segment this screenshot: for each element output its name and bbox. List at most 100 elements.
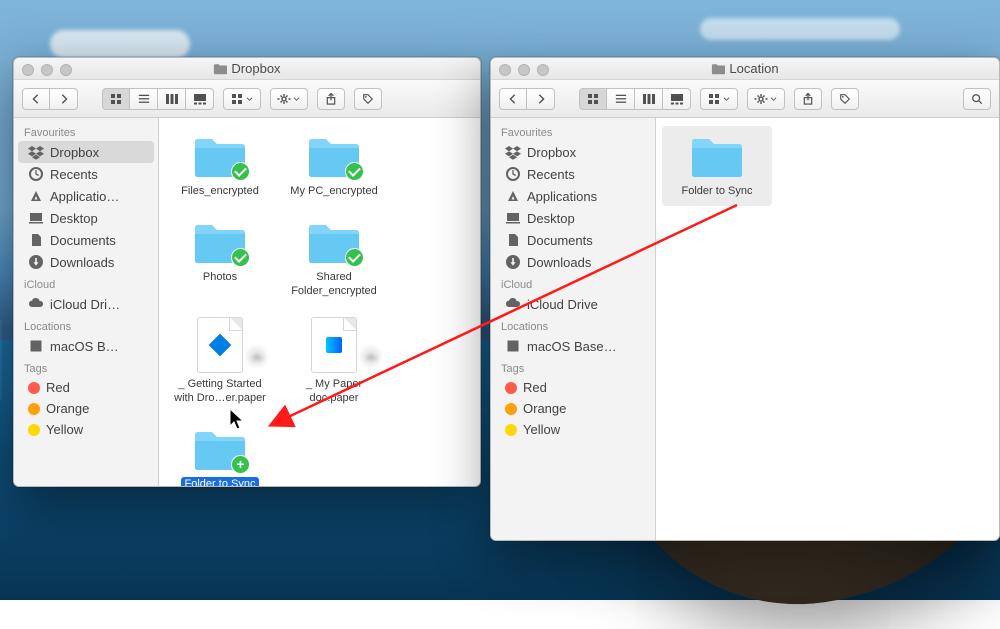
sidebar-item-label: Desktop	[50, 211, 98, 226]
sidebar-header: Tags	[14, 357, 158, 377]
window-title: Location	[729, 61, 778, 76]
sidebar-item-label: Orange	[46, 401, 89, 416]
sidebar-item-desktop[interactable]: Desktop	[495, 207, 651, 229]
sidebar-item-label: Documents	[527, 233, 593, 248]
file-item[interactable]: +Folder to Sync	[165, 419, 275, 486]
sidebar: FavouritesDropboxRecentsApplicationsDesk…	[491, 118, 656, 540]
sidebar-header: Locations	[491, 315, 655, 335]
tag-color-dot	[505, 424, 517, 436]
nav-buttons	[22, 88, 78, 110]
search-button[interactable]	[963, 88, 991, 110]
file-item[interactable]: _ My Paper doc.paper	[279, 311, 389, 413]
sidebar-item-orange[interactable]: Orange	[495, 398, 651, 419]
sync-ok-badge	[345, 248, 364, 267]
sidebar-item-macos-b-[interactable]: macOS B…	[18, 335, 154, 357]
disk-icon	[28, 338, 44, 354]
apps-icon	[505, 188, 521, 204]
forward-button[interactable]	[50, 88, 78, 110]
documents-icon	[28, 232, 44, 248]
list-view-button[interactable]	[130, 88, 158, 110]
action-button[interactable]	[747, 88, 785, 110]
file-item[interactable]: Photos	[165, 212, 275, 306]
sidebar-item-label: Yellow	[523, 422, 560, 437]
sidebar-item-applications[interactable]: Applications	[495, 185, 651, 207]
tags-button[interactable]	[354, 88, 382, 110]
action-button[interactable]	[270, 88, 308, 110]
cloud-badge	[361, 347, 380, 366]
disk-icon	[505, 338, 521, 354]
zoom-button[interactable]	[537, 64, 549, 76]
sync-ok-badge	[345, 162, 364, 181]
file-label: _ Getting Started with Dro…er.paper	[167, 377, 273, 407]
folder-icon: +	[191, 425, 249, 473]
share-button[interactable]	[794, 88, 822, 110]
sync-ok-badge	[231, 162, 250, 181]
icon-view-button[interactable]	[102, 88, 130, 110]
desktop-icon	[28, 210, 44, 226]
sidebar-item-label: Red	[523, 380, 547, 395]
arrange-button[interactable]	[700, 88, 738, 110]
sidebar-item-applicatio-[interactable]: Applicatio…	[18, 185, 154, 207]
content-area[interactable]: Files_encryptedMy PC_encryptedPhotosShar…	[159, 118, 480, 486]
sidebar-item-orange[interactable]: Orange	[18, 398, 154, 419]
icon-view-button[interactable]	[579, 88, 607, 110]
sidebar-item-desktop[interactable]: Desktop	[18, 207, 154, 229]
folder-icon	[191, 218, 249, 266]
sidebar-item-label: iCloud Drive	[527, 297, 598, 312]
sidebar-item-documents[interactable]: Documents	[495, 229, 651, 251]
column-view-button[interactable]	[158, 88, 186, 110]
file-item[interactable]: Shared Folder_encrypted	[279, 212, 389, 306]
sidebar-item-label: macOS Base…	[527, 339, 617, 354]
sidebar-item-macos-base-[interactable]: macOS Base…	[495, 335, 651, 357]
close-button[interactable]	[22, 64, 34, 76]
sidebar-item-yellow[interactable]: Yellow	[18, 419, 154, 440]
add-badge: +	[231, 455, 250, 474]
tag-color-dot	[28, 424, 40, 436]
sidebar-item-label: iCloud Dri…	[50, 297, 120, 312]
file-item[interactable]: Files_encrypted	[165, 126, 275, 206]
sidebar-item-red[interactable]: Red	[495, 377, 651, 398]
back-button[interactable]	[22, 88, 50, 110]
sidebar-item-downloads[interactable]: Downloads	[495, 251, 651, 273]
list-view-button[interactable]	[607, 88, 635, 110]
sidebar-item-dropbox[interactable]: Dropbox	[18, 141, 154, 163]
toolbar	[491, 80, 999, 118]
arrange-button[interactable]	[223, 88, 261, 110]
file-label: _ My Paper doc.paper	[281, 377, 387, 407]
minimize-button[interactable]	[41, 64, 53, 76]
content-area[interactable]: Folder to Sync	[656, 118, 999, 540]
toolbar	[14, 80, 480, 118]
sidebar-item-recents[interactable]: Recents	[495, 163, 651, 185]
file-item[interactable]: My PC_encrypted	[279, 126, 389, 206]
file-label: Shared Folder_encrypted	[281, 270, 387, 300]
sidebar-item-yellow[interactable]: Yellow	[495, 419, 651, 440]
cloud-badge	[247, 347, 266, 366]
gallery-view-button[interactable]	[186, 88, 214, 110]
document-icon	[311, 317, 357, 373]
sidebar-item-icloud-drive[interactable]: iCloud Drive	[495, 293, 651, 315]
minimize-button[interactable]	[518, 64, 530, 76]
gallery-view-button[interactable]	[663, 88, 691, 110]
sidebar-item-downloads[interactable]: Downloads	[18, 251, 154, 273]
sidebar-item-icloud-dri-[interactable]: iCloud Dri…	[18, 293, 154, 315]
tags-button[interactable]	[831, 88, 859, 110]
column-view-button[interactable]	[635, 88, 663, 110]
file-item[interactable]: Folder to Sync	[662, 126, 772, 206]
zoom-button[interactable]	[60, 64, 72, 76]
forward-button[interactable]	[527, 88, 555, 110]
sidebar-item-label: Red	[46, 380, 70, 395]
titlebar[interactable]: Location	[491, 58, 999, 80]
file-item[interactable]: _ Getting Started with Dro…er.paper	[165, 311, 275, 413]
icloud-icon	[28, 296, 44, 312]
sidebar-item-documents[interactable]: Documents	[18, 229, 154, 251]
tag-color-dot	[28, 403, 40, 415]
sidebar-item-label: Recents	[50, 167, 98, 182]
sidebar-item-red[interactable]: Red	[18, 377, 154, 398]
close-button[interactable]	[499, 64, 511, 76]
titlebar[interactable]: Dropbox	[14, 58, 480, 80]
sidebar-header: Tags	[491, 357, 655, 377]
sidebar-item-dropbox[interactable]: Dropbox	[495, 141, 651, 163]
sidebar-item-recents[interactable]: Recents	[18, 163, 154, 185]
back-button[interactable]	[499, 88, 527, 110]
share-button[interactable]	[317, 88, 345, 110]
